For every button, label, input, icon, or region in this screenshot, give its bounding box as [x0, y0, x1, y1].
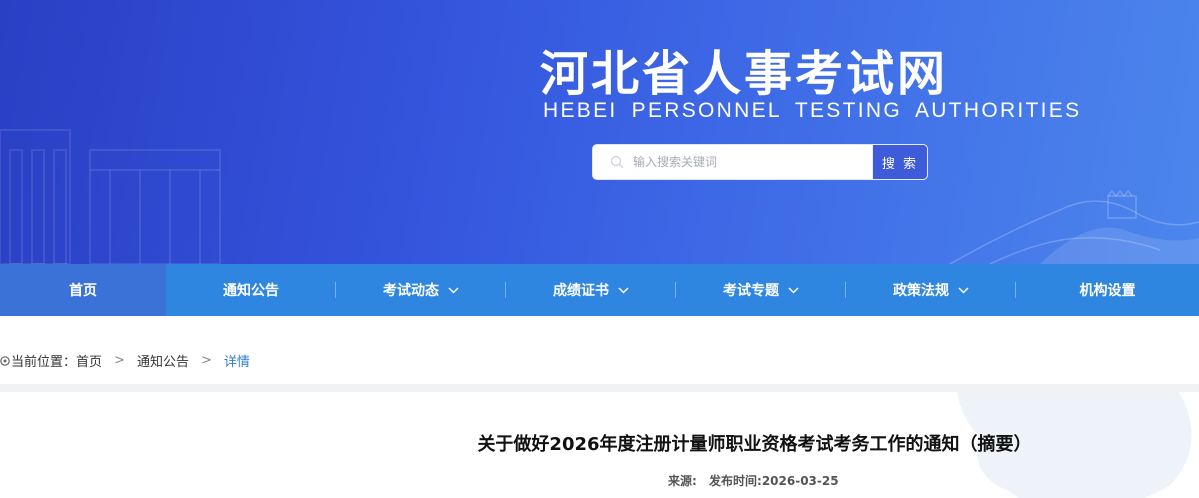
search-icon — [610, 155, 624, 169]
nav-item-organization[interactable]: 机构设置 — [1016, 264, 1199, 316]
search-box: 搜 索 — [592, 144, 928, 180]
search-input[interactable] — [633, 149, 863, 175]
site-title: 河北省人事考试网 — [540, 46, 949, 102]
breadcrumb-separator: > — [114, 353, 125, 368]
nav-item-label: 机构设置 — [1079, 283, 1136, 299]
search-button[interactable]: 搜 索 — [872, 144, 928, 180]
article-meta: 来源: 发布时间:2026-03-25 — [668, 472, 839, 489]
source-label: 来源: — [668, 474, 697, 488]
nav-item-label: 政策法规 — [893, 283, 949, 299]
article-panel: 关于做好2026年度注册计量师职业资格考试考务工作的通知（摘要） 来源: 发布时… — [0, 392, 1199, 498]
breadcrumb-section: 当前位置： 首页 > 通知公告 > 详情 — [0, 316, 1199, 384]
nav-item-label: 成绩证书 — [553, 283, 609, 299]
nav-item-label: 考试专题 — [723, 283, 779, 299]
location-icon — [0, 355, 10, 366]
breadcrumb-prefix: 当前位置： — [11, 355, 77, 370]
nav-item-policies[interactable]: 政策法规 — [846, 264, 1016, 316]
breadcrumb: 当前位置： 首页 > 通知公告 > 详情 — [0, 351, 250, 370]
breadcrumb-separator: > — [200, 353, 212, 368]
nav-item-label: 首页 — [69, 283, 97, 299]
nav-item-label: 通知公告 — [223, 283, 279, 299]
publish-date: 2026-03-25 — [761, 474, 839, 488]
chevron-down-icon — [448, 286, 459, 294]
nav-item-home[interactable]: 首页 — [0, 264, 166, 316]
nav-item-notices[interactable]: 通知公告 — [166, 264, 336, 316]
chevron-down-icon — [788, 286, 799, 294]
breadcrumb-notices[interactable]: 通知公告 — [137, 351, 189, 370]
nav-item-scores-certificates[interactable]: 成绩证书 — [506, 264, 676, 316]
nav-item-label: 考试动态 — [383, 283, 439, 299]
article-title: 关于做好2026年度注册计量师职业资格考试考务工作的通知（摘要） — [477, 434, 1032, 455]
chevron-down-icon — [618, 286, 629, 294]
nav-item-exam-news[interactable]: 考试动态 — [336, 264, 506, 316]
site-banner: 河北省人事考试网 HEBEI PERSONNEL TESTING AUTHORI… — [0, 0, 1199, 264]
main-nav: 首页 通知公告 考试动态 成绩证书 考试专题 政策法规 机构设置 — [0, 264, 1199, 316]
date-label: 发布时间: — [709, 474, 762, 488]
nav-item-exam-topics[interactable]: 考试专题 — [676, 264, 846, 316]
site-subtitle: HEBEI PERSONNEL TESTING AUTHORITIES — [543, 99, 1082, 122]
breadcrumb-home[interactable]: 首页 — [76, 351, 102, 370]
chevron-down-icon — [958, 286, 969, 294]
breadcrumb-current: 详情 — [223, 355, 250, 370]
section-divider — [0, 384, 1199, 392]
